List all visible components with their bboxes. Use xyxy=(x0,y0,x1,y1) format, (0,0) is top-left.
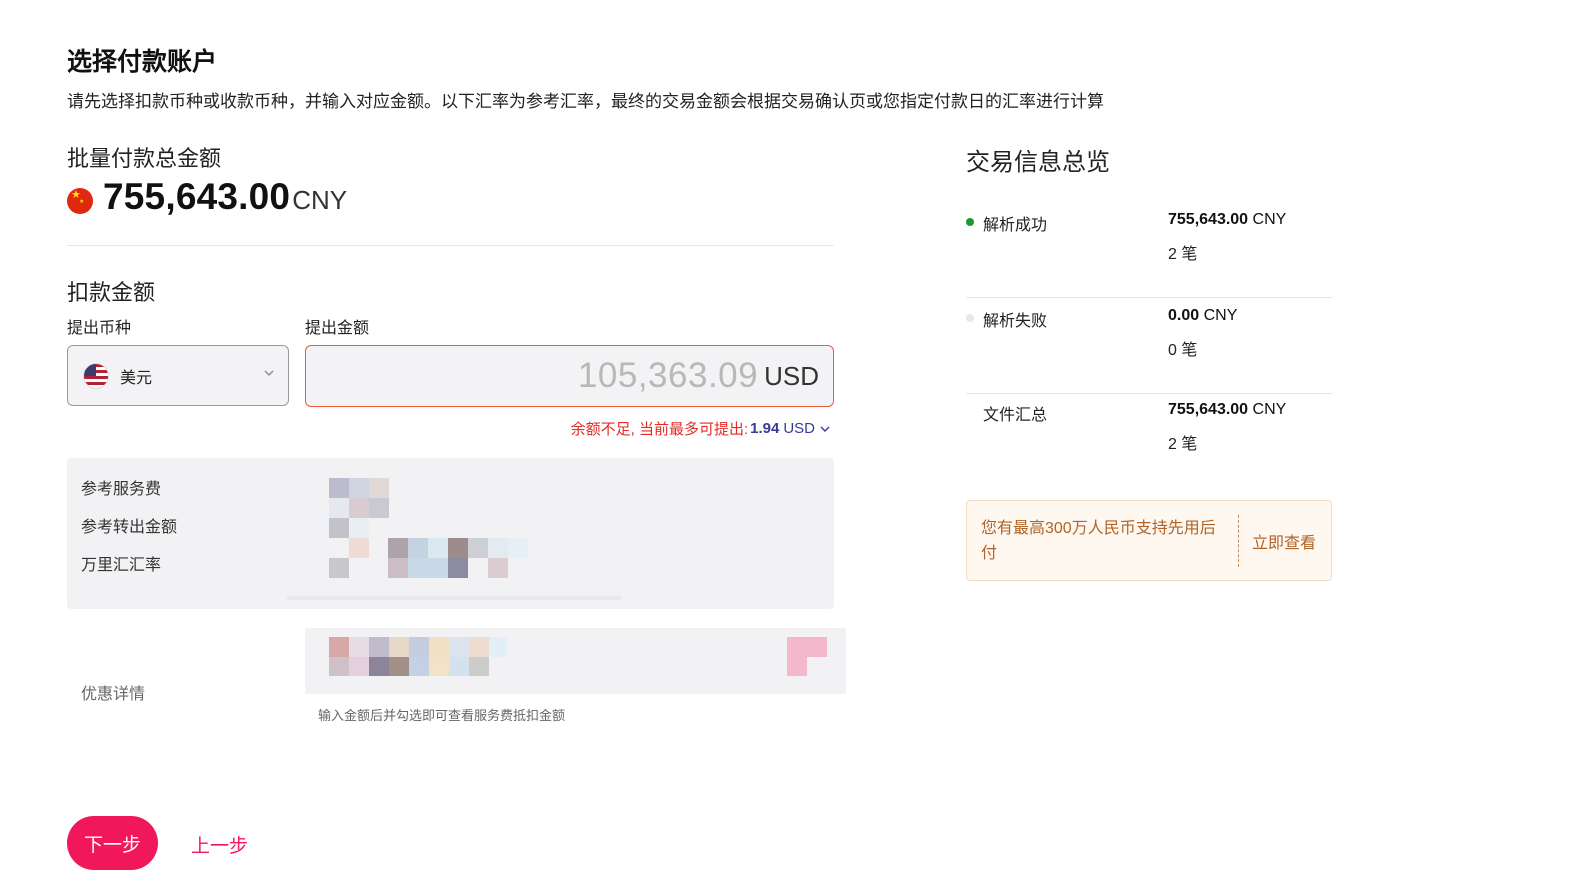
summary-title: 交易信息总览 xyxy=(966,149,1110,176)
china-flag-icon xyxy=(67,188,93,214)
success-dot-icon xyxy=(966,218,974,226)
total-currency: CNY xyxy=(292,185,348,215)
summary-label: 文件汇总 xyxy=(983,407,1048,424)
amount-input-value: 105,363.09 xyxy=(577,356,759,395)
amount-label: 提出金额 xyxy=(305,320,370,337)
fee-panel xyxy=(67,458,834,609)
divider xyxy=(67,245,834,246)
debit-section-title: 扣款金额 xyxy=(67,280,156,305)
insufficient-balance-warning: 余额不足, 当前最多可提出: 1.94 USD xyxy=(571,418,831,439)
amount-input[interactable]: 105,363.09 USD xyxy=(305,345,834,407)
amount-input-currency: USD xyxy=(764,360,819,391)
summary-amount: 755,643.00 CNY xyxy=(1168,401,1287,418)
prev-button[interactable]: 上一步 xyxy=(191,831,248,858)
us-flag-icon xyxy=(83,362,109,389)
transfer-amount-label: 参考转出金额 xyxy=(81,519,178,536)
warning-text: 余额不足, 当前最多可提出: xyxy=(570,421,749,438)
max-currency[interactable]: USD xyxy=(783,420,815,437)
service-fee-label: 参考服务费 xyxy=(81,481,162,498)
next-button[interactable]: 下一步 xyxy=(67,816,158,870)
promo-view-link[interactable]: 立即查看 xyxy=(1252,529,1316,553)
total-amount: 755,643.00 xyxy=(103,176,291,217)
summary-row-failed: 解析失败 0.00 CNY 0 笔 xyxy=(966,297,1332,394)
failed-dot-icon xyxy=(966,314,974,322)
page-title: 选择付款账户 xyxy=(67,48,218,76)
promo-banner: 您有最高300万人民币支持先用后付 立即查看 xyxy=(966,500,1332,581)
summary-row-success: 解析成功 755,643.00 CNY 2 笔 xyxy=(966,201,1332,298)
summary-amount: 0.00 CNY xyxy=(1168,307,1238,324)
total-label: 批量付款总金额 xyxy=(67,146,222,171)
summary-amount: 755,643.00 CNY xyxy=(1168,211,1287,228)
summary-count: 2 笔 xyxy=(1168,246,1198,263)
chevron-down-icon xyxy=(264,370,274,376)
page-description: 请先选择扣款币种或收款币种，并输入对应金额。以下汇率为参考汇率，最终的交易金额会… xyxy=(67,92,1104,111)
chevron-down-icon[interactable] xyxy=(819,424,831,434)
summary-label: 解析失败 xyxy=(983,313,1048,330)
max-amount: 1.94 xyxy=(750,420,780,437)
summary-count: 0 笔 xyxy=(1168,342,1198,359)
discount-label: 优惠详情 xyxy=(81,686,146,703)
currency-label: 提出币种 xyxy=(67,320,132,337)
discount-hint: 输入金额后并勾选即可查看服务费抵扣金额 xyxy=(318,708,566,723)
currency-select[interactable]: 美元 xyxy=(67,345,289,406)
summary-count: 2 笔 xyxy=(1168,436,1198,453)
promo-divider xyxy=(1238,515,1239,567)
summary-label: 解析成功 xyxy=(983,217,1048,234)
total-amount-row: 755,643.00 CNY xyxy=(67,176,347,218)
promo-text: 您有最高300万人民币支持先用后付 xyxy=(981,520,1216,562)
exchange-rate-label: 万里汇汇率 xyxy=(81,557,162,574)
summary-row-total: 文件汇总 755,643.00 CNY 2 笔 xyxy=(966,391,1332,487)
currency-select-value: 美元 xyxy=(120,369,153,387)
